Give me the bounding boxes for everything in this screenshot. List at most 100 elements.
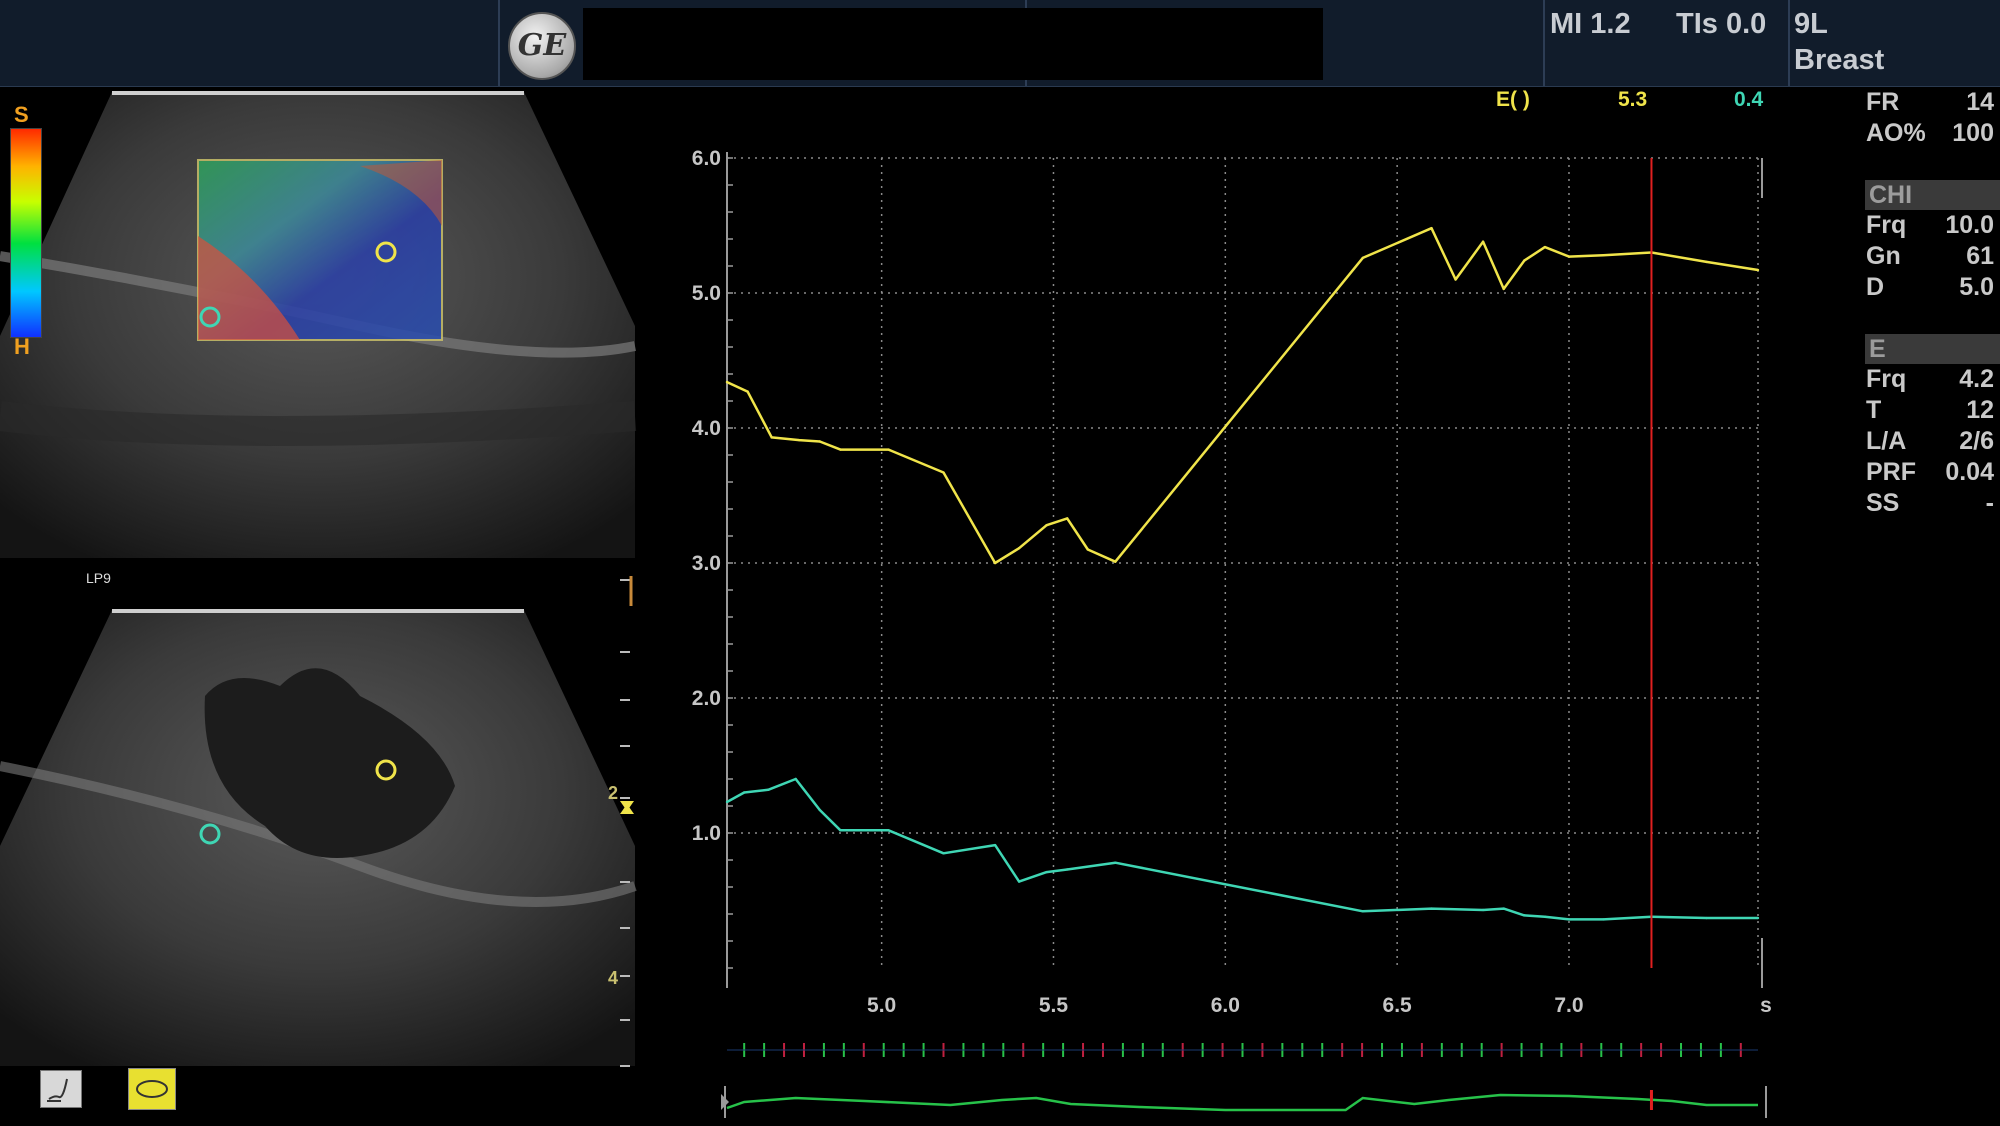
- x-axis-ticks: 5.0 5.5 6.0 6.5 7.0 s: [867, 994, 1772, 1017]
- ecg-trace: [721, 1043, 1767, 1118]
- series-1-point: [1430, 907, 1433, 910]
- series-0-point: [746, 390, 749, 393]
- depth-label-4: 4: [608, 968, 619, 988]
- series-1-point: [1502, 907, 1505, 910]
- e-0-value: 4.2: [1959, 365, 1994, 393]
- series-1-point: [1567, 918, 1571, 921]
- y-axis-ticks: 1.0 2.0 3.0 4.0 5.0 6.0: [692, 147, 721, 845]
- series-0-point: [1017, 546, 1021, 550]
- scale-hard-label: H: [14, 334, 30, 359]
- x-tick-label: 5.5: [1039, 994, 1069, 1017]
- chi-0-label: Frq: [1866, 211, 1907, 239]
- e-4-label: SS: [1866, 489, 1900, 517]
- x-tick-label: 6.5: [1383, 994, 1413, 1017]
- top-bar-divider: [1788, 0, 1790, 86]
- series-0-point: [1045, 524, 1048, 527]
- scale-soft-label: S: [14, 102, 29, 127]
- y-tick-label: 4.0: [692, 417, 721, 440]
- series-1-point: [1602, 918, 1605, 921]
- e-title: E: [1869, 335, 1886, 363]
- chi-section-header: CHI: [1865, 180, 2000, 210]
- x-tick-label: 5.0: [867, 994, 896, 1017]
- series-line-1: [726, 777, 1758, 921]
- chi-0-value: 10.0: [1945, 211, 1994, 239]
- legend-teal-value: 0.4: [1734, 88, 1764, 111]
- probe-name: 9L: [1794, 8, 1828, 40]
- series-0-point: [1361, 256, 1364, 260]
- fr-label: FR: [1866, 88, 1900, 116]
- series-1-point: [1481, 908, 1485, 912]
- series-0-point: [1086, 548, 1090, 551]
- x-tick-label: 6.0: [1211, 994, 1240, 1017]
- series-1-point: [1066, 868, 1069, 871]
- series-0-point: [1502, 287, 1505, 291]
- series-1-point: [839, 829, 842, 832]
- chi-2-label: D: [1866, 273, 1885, 301]
- ellipse-tool-icon[interactable]: [128, 1068, 176, 1110]
- series-0-point: [770, 436, 773, 439]
- series-1-point: [818, 808, 821, 812]
- y-tick-label: 2.0: [692, 687, 721, 710]
- y-tick-label: 3.0: [692, 552, 721, 575]
- series-0-point: [1602, 254, 1605, 257]
- series-0-point: [1454, 278, 1457, 281]
- series-1-point: [1705, 916, 1708, 920]
- trace-tool-icon[interactable]: [40, 1070, 82, 1108]
- x-tick-label: 7.0: [1554, 994, 1583, 1017]
- series-1-point: [1756, 916, 1760, 920]
- e-1-value: 12: [1966, 396, 1994, 424]
- ao-value: 100: [1952, 119, 1994, 147]
- fr-value: 14: [1966, 88, 1994, 116]
- chi-1-label: Gn: [1866, 242, 1901, 270]
- series-1-point: [1523, 914, 1526, 917]
- e-section-header: E: [1865, 334, 2000, 364]
- mechanical-index: MI 1.2: [1550, 8, 1631, 40]
- series-0-point: [993, 561, 997, 565]
- series-1-point: [993, 843, 997, 847]
- series-0-point: [1567, 255, 1571, 258]
- chart-grid: [726, 152, 1763, 988]
- series-0-point: [1114, 560, 1117, 563]
- series-1-point: [742, 791, 746, 794]
- e-2-label: L/A: [1866, 427, 1907, 455]
- y-tick-label: 1.0: [692, 822, 721, 845]
- series-1-point: [725, 800, 729, 804]
- series-0-point: [887, 448, 890, 451]
- logo-text: GE: [517, 28, 567, 63]
- elastography-time-chart: 1.0 2.0 3.0 4.0 5.0 6.0 5.0 5.5 6.0 6.5 7.0 s: [692, 147, 1772, 1118]
- y-tick-label: 5.0: [692, 282, 721, 305]
- ecg-line: [726, 1093, 1758, 1112]
- e-0-label: Frq: [1866, 365, 1907, 393]
- chi-1-value: 61: [1966, 242, 1994, 270]
- series-0-point: [1430, 227, 1433, 230]
- e-1-label: T: [1866, 396, 1882, 424]
- series-0-point: [1523, 259, 1526, 262]
- chi-2-value: 5.0: [1959, 273, 1994, 301]
- elasticity-color-scale: [10, 128, 42, 338]
- series-1-point: [794, 777, 797, 781]
- chi-title: CHI: [1869, 181, 1913, 209]
- e-3-value: 0.04: [1945, 458, 1994, 486]
- top-bar-divider: [498, 0, 500, 86]
- series-1-point: [942, 852, 945, 855]
- ultrasound-images: [0, 91, 637, 1067]
- series-0-point: [942, 471, 945, 474]
- legend-label: E( ): [1496, 88, 1530, 111]
- thermal-index: TIs 0.0: [1676, 8, 1767, 40]
- ge-logo: GE: [508, 12, 576, 80]
- patient-info-redacted: [583, 8, 1323, 80]
- probe-label: LP9: [86, 570, 111, 586]
- series-1-point: [1543, 915, 1547, 918]
- series-1-point: [767, 788, 770, 791]
- series-0-point: [797, 438, 801, 442]
- series-1-point: [887, 829, 890, 832]
- chart-series: [725, 226, 1760, 921]
- series-0-point: [839, 448, 842, 451]
- series-0-point: [725, 380, 729, 384]
- depth-label-2: 2: [608, 783, 619, 803]
- y-tick-label: 6.0: [692, 147, 721, 170]
- series-0-point: [818, 440, 821, 443]
- x-axis-unit-label: s: [1760, 994, 1772, 1017]
- series-0-point: [1543, 245, 1547, 249]
- legend-yellow-value: 5.3: [1618, 88, 1648, 111]
